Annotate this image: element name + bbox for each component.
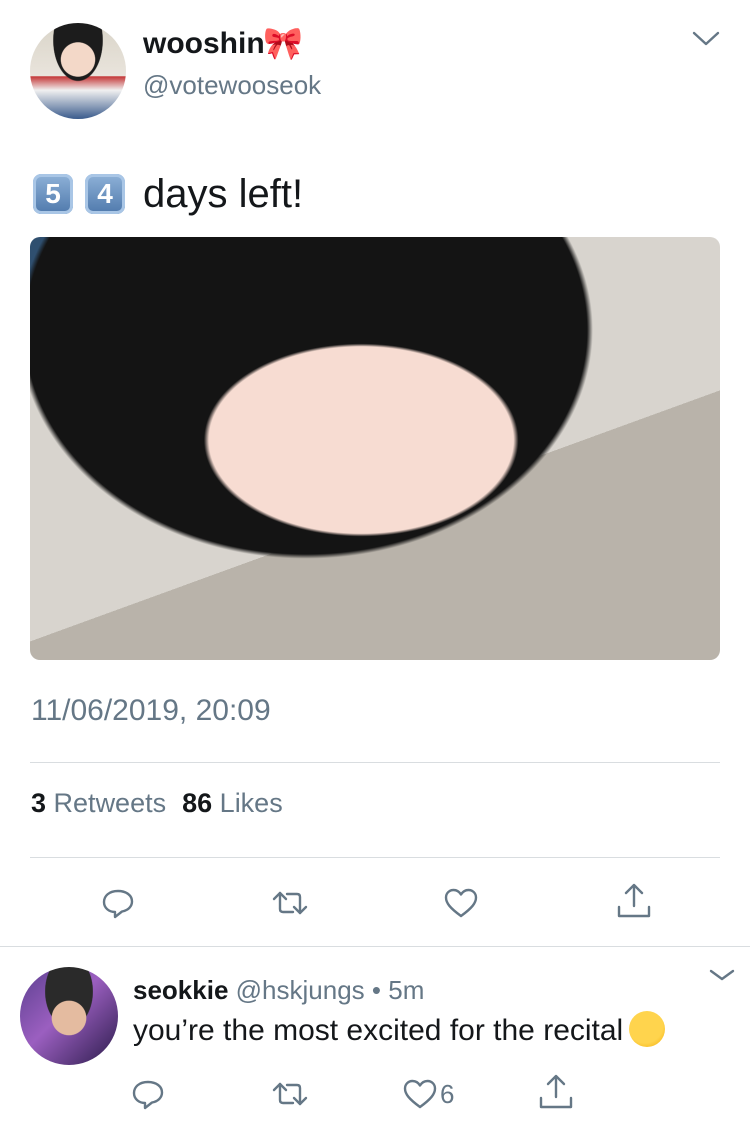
reply-like-group[interactable]: 6 xyxy=(400,1074,454,1114)
author-display-name[interactable]: wooshin xyxy=(143,27,265,61)
tweet-timestamp: 11/06/2019, 20:09 xyxy=(31,694,271,727)
reply-text: you’re the most excited for the recital xyxy=(133,1014,624,1047)
keycap-digit-5: 5 xyxy=(33,174,73,214)
reply-header: seokkie @hskjungs • 5m xyxy=(133,975,424,1006)
sneezing-face-icon xyxy=(629,1011,666,1048)
retweets-label: Retweets xyxy=(53,788,167,818)
tweet-stats: 3 Retweets 86 Likes xyxy=(31,788,283,819)
share-icon[interactable] xyxy=(614,881,654,921)
divider xyxy=(0,946,750,947)
chevron-down-icon[interactable] xyxy=(708,965,736,985)
divider xyxy=(30,857,720,858)
reply-like-count: 6 xyxy=(440,1078,455,1109)
reply-handle[interactable]: @hskjungs xyxy=(236,975,365,1005)
retweets-stat[interactable]: 3 Retweets xyxy=(31,788,166,818)
bow-emoji: 🎀 xyxy=(263,25,303,61)
retweet-icon[interactable] xyxy=(270,883,310,923)
reply-text-line: you’re the most excited for the recital xyxy=(133,1011,666,1050)
retweets-count: 3 xyxy=(31,788,47,818)
author-avatar[interactable] xyxy=(30,23,126,119)
retweet-icon[interactable] xyxy=(270,1074,310,1114)
reply-time: 5m xyxy=(388,975,425,1005)
reply-display-name[interactable]: seokkie xyxy=(133,975,228,1005)
likes-stat[interactable]: 86 Likes xyxy=(182,788,283,818)
share-icon[interactable] xyxy=(536,1072,576,1112)
heart-icon[interactable] xyxy=(441,883,481,923)
chevron-down-icon[interactable] xyxy=(690,27,722,51)
reply-icon[interactable] xyxy=(98,883,138,923)
reply-icon[interactable] xyxy=(128,1074,168,1114)
keycap-digit-4: 4 xyxy=(85,174,125,214)
likes-label: Likes xyxy=(219,788,283,818)
tweet-text: days left! xyxy=(143,172,304,216)
author-handle[interactable]: @votewooseok xyxy=(143,70,321,101)
divider xyxy=(30,762,720,763)
separator-dot: • xyxy=(371,975,381,1005)
photo-content xyxy=(30,237,720,660)
tweet-photo[interactable] xyxy=(30,237,720,660)
heart-icon[interactable] xyxy=(400,1074,440,1114)
reply-avatar[interactable] xyxy=(20,967,118,1065)
likes-count: 86 xyxy=(182,788,213,818)
